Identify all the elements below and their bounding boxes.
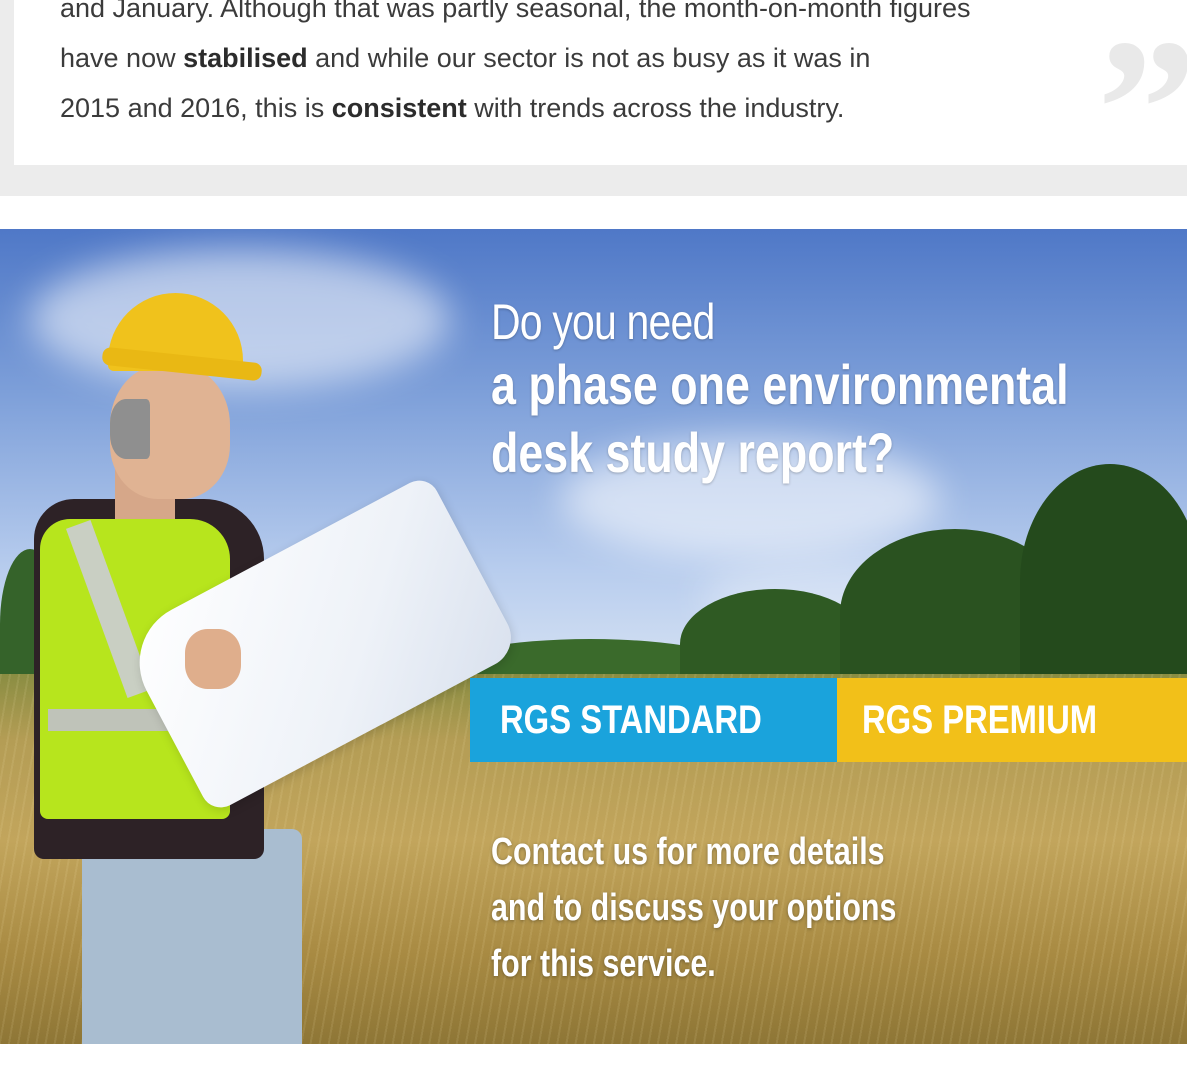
rgs-standard-button[interactable]: RGS STANDARD (470, 678, 837, 762)
testimonial-section: and January. Although that was partly se… (0, 0, 1187, 210)
text-fragment: with trends across the industry. (466, 93, 845, 123)
headline-main-line-2: desk study report? (491, 421, 895, 484)
rgs-standard-label: RGS STANDARD (500, 698, 762, 742)
testimonial-line-2: have now stabilised and while our sector… (60, 33, 1160, 83)
text-fragment: 2015 and 2016, this is (60, 93, 332, 123)
rgs-premium-button[interactable]: RGS PREMIUM (837, 678, 1187, 762)
testimonial-line-3: 2015 and 2016, this is consistent with t… (60, 83, 1160, 133)
contact-callout: Contact us for more details and to discu… (491, 824, 1051, 992)
surveyor-figure (20, 289, 522, 1044)
contact-line-3: for this service. (491, 943, 716, 985)
close-quote-icon: ” (1097, 0, 1187, 220)
testimonial-card: and January. Although that was partly se… (14, 0, 1187, 210)
text-fragment: have now (60, 43, 184, 73)
contact-line-1: Contact us for more details (491, 831, 885, 873)
text-fragment: and while our sector is not as busy as i… (307, 43, 871, 73)
emphasis-consistent: consistent (331, 93, 467, 123)
surveyor-hair (110, 399, 150, 459)
rgs-premium-label: RGS PREMIUM (862, 698, 1098, 742)
surveyor-hand (185, 629, 241, 689)
testimonial-line-1: and January. Although that was partly se… (60, 0, 971, 23)
contact-line-2: and to discuss your options (491, 887, 897, 929)
testimonial-text: and January. Although that was partly se… (60, 0, 1160, 133)
headline-intro: Do you need (491, 294, 715, 350)
surveyor-legs (82, 829, 302, 1044)
headline-main-line-1: a phase one environmental (491, 353, 1069, 416)
banner-headline: Do you need a phase one environmental de… (491, 293, 1181, 487)
tree-decoration (1020, 464, 1187, 699)
emphasis-stabilised: stabilised (183, 43, 308, 73)
promo-banner[interactable]: Do you need a phase one environmental de… (0, 229, 1187, 1044)
